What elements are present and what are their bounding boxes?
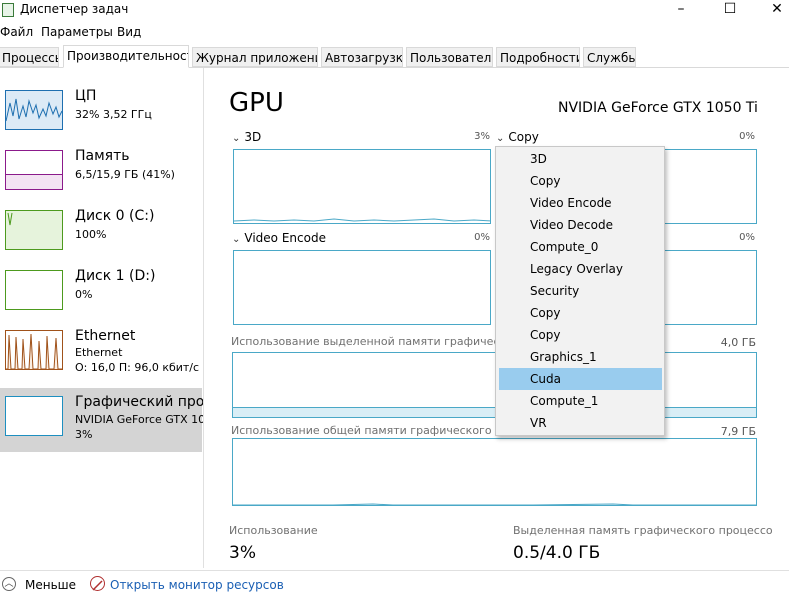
sidebar-item-disk0[interactable]: Диск 0 (C:) 100%	[0, 204, 202, 264]
dropdown-item-vr[interactable]: VR	[499, 412, 662, 434]
cpu-mini-graph	[5, 90, 63, 130]
maximize-button[interactable]: ☐	[707, 0, 753, 20]
shared-memory-graph	[232, 438, 757, 506]
engine-pct: 0%	[474, 232, 490, 243]
footer-divider	[0, 570, 789, 571]
task-manager-app-icon	[2, 3, 14, 17]
tab-processes[interactable]: Процессы	[0, 47, 59, 67]
tab-services[interactable]: Службы	[583, 47, 636, 67]
engine-pct: 3%	[474, 131, 490, 142]
disk1-mini-graph	[5, 270, 63, 310]
minimize-button[interactable]: –	[658, 0, 704, 20]
dropdown-item-graphics-1[interactable]: Graphics_1	[499, 346, 662, 368]
dropdown-item-video-decode[interactable]: Video Decode	[499, 214, 662, 236]
ethernet-mini-graph	[5, 330, 63, 370]
menu-options[interactable]: Параметры	[41, 25, 113, 39]
memory-mini-graph	[5, 150, 63, 190]
menu-view[interactable]: Вид	[117, 25, 141, 39]
engine-selector-copy[interactable]: ⌄ Copy	[496, 130, 539, 144]
gpu-model-name: NVIDIA GeForce GTX 1050 Ti	[558, 100, 758, 116]
tab-performance[interactable]: Производительность	[63, 45, 189, 68]
chevron-up-icon[interactable]: ︿	[2, 577, 16, 591]
menu-file[interactable]: Файл	[0, 25, 33, 39]
dropdown-item-video-encode[interactable]: Video Encode	[499, 192, 662, 214]
dedicated-memory-max: 4,0 ГБ	[720, 336, 756, 349]
chevron-down-icon: ⌄	[232, 133, 241, 144]
sidebar-item-sub: Ethernet	[75, 346, 123, 359]
sidebar-item-label: Память	[75, 148, 130, 164]
dropdown-item-compute-1[interactable]: Compute_1	[499, 390, 662, 412]
resource-monitor-icon	[90, 576, 105, 591]
sidebar-item-disk1[interactable]: Диск 1 (D:) 0%	[0, 264, 202, 324]
open-resource-monitor-link[interactable]: Открыть монитор ресурсов	[110, 578, 284, 592]
performance-sidebar: ЦП 32% 3,52 ГГц Память 6,5/15,9 ГБ (41%)…	[0, 68, 204, 568]
chevron-down-icon: ⌄	[496, 133, 505, 144]
engine-pct: 0%	[739, 232, 755, 243]
usage-value: 3%	[229, 543, 256, 563]
sidebar-item-cpu[interactable]: ЦП 32% 3,52 ГГц	[0, 84, 202, 144]
close-button[interactable]: ✕	[754, 0, 789, 20]
sidebar-item-label: Диск 0 (C:)	[75, 208, 155, 224]
tab-details[interactable]: Подробности	[496, 47, 580, 67]
sidebar-item-sub: 0%	[75, 288, 93, 301]
sidebar-item-sub: 32% 3,52 ГГц	[75, 108, 152, 121]
sidebar-item-label: Ethernet	[75, 328, 136, 344]
chevron-down-icon: ⌄	[232, 234, 241, 245]
sidebar-item-label: Диск 1 (D:)	[75, 268, 156, 284]
sidebar-item-sub: NVIDIA GeForce GTX 105	[75, 413, 203, 426]
dropdown-item-legacy-overlay[interactable]: Legacy Overlay	[499, 258, 662, 280]
dropdown-item-security[interactable]: Security	[499, 280, 662, 302]
shared-memory-label: Использование общей памяти графического …	[231, 424, 496, 437]
sidebar-item-sub2: О: 16,0 П: 96,0 кбит/с	[75, 361, 200, 374]
disk0-mini-graph	[5, 210, 63, 250]
window-title: Диспетчер задач	[20, 2, 129, 16]
engine-selector-3d[interactable]: ⌄ 3D	[232, 130, 261, 144]
dropdown-item-copy[interactable]: Copy	[499, 170, 662, 192]
sidebar-item-sub: 6,5/15,9 ГБ (41%)	[75, 168, 175, 181]
tab-users[interactable]: Пользователи	[406, 47, 493, 67]
gpu-mini-graph	[5, 396, 63, 436]
sidebar-item-sub: 100%	[75, 228, 107, 241]
shared-memory-max: 7,9 ГБ	[720, 425, 756, 438]
sidebar-item-memory[interactable]: Память 6,5/15,9 ГБ (41%)	[0, 144, 202, 204]
page-title: GPU	[229, 88, 284, 118]
engine-dropdown-menu[interactable]: 3D Copy Video Encode Video Decode Comput…	[495, 146, 665, 436]
usage-label: Использование	[229, 524, 318, 537]
dedicated-memory-label: Использование выделенной памяти графичес…	[231, 335, 496, 348]
sidebar-item-gpu[interactable]: Графический про NVIDIA GeForce GTX 105 3…	[0, 388, 203, 452]
sidebar-item-ethernet[interactable]: Ethernet Ethernet О: 16,0 П: 96,0 кбит/с	[0, 324, 202, 384]
engine-selector-video-encode[interactable]: ⌄ Video Encode	[232, 231, 326, 245]
dropdown-item-copy-3[interactable]: Copy	[499, 324, 662, 346]
engine-graph-video-encode	[233, 250, 491, 325]
sidebar-item-label: Графический про	[75, 394, 203, 410]
dedicated-memory-stat-label: Выделенная память графического процессо	[513, 524, 773, 537]
dropdown-item-copy-2[interactable]: Copy	[499, 302, 662, 324]
fewer-details-button[interactable]: Меньше	[25, 578, 76, 592]
tab-app-history[interactable]: Журнал приложений	[192, 47, 318, 67]
dropdown-item-compute-0[interactable]: Compute_0	[499, 236, 662, 258]
engine-pct: 0%	[739, 131, 755, 142]
sidebar-item-label: ЦП	[75, 88, 97, 104]
engine-graph-3d	[233, 149, 491, 224]
tab-startup[interactable]: Автозагрузка	[321, 47, 403, 67]
dedicated-memory-stat-value: 0.5/4.0 ГБ	[513, 543, 601, 563]
dropdown-item-cuda[interactable]: Cuda	[499, 368, 662, 390]
sidebar-item-sub2: 3%	[75, 428, 93, 441]
dropdown-item-3d[interactable]: 3D	[499, 148, 662, 170]
